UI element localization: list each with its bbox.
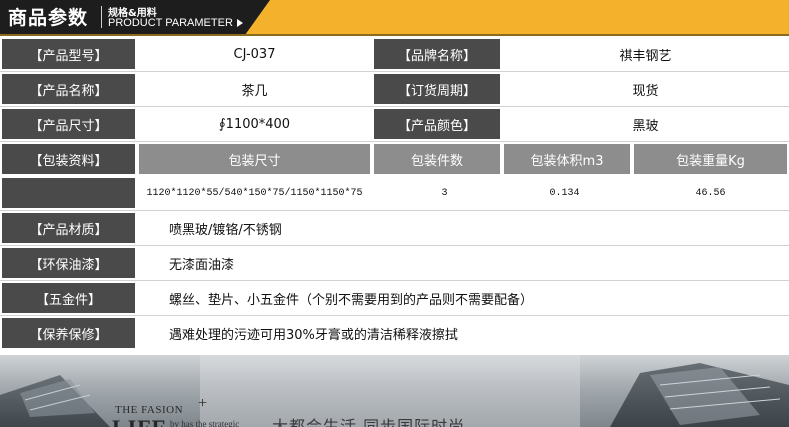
footer-life-text: LIFE: [112, 415, 167, 427]
label-packing-blank: [0, 176, 137, 210]
value-brand: 祺丰钢艺: [619, 48, 672, 64]
section-header: 商品参数 规格&用料 PRODUCT PARAMETER: [0, 0, 789, 34]
row-paint: 【环保油漆】 无漆面油漆: [0, 246, 789, 280]
value-hardware: 螺丝、垫片、小五金件（个别不需要用到的产品则不需要配备）: [169, 292, 534, 308]
footer-banner-image: + THE FASION LIFE by has the strategic 大…: [0, 355, 789, 427]
packing-value-weight: 46.56: [695, 187, 726, 199]
section-subtitle-en-text: PRODUCT PARAMETER: [108, 17, 233, 29]
label-lead-time: 【订货周期】: [372, 72, 502, 106]
label-material: 【产品材质】: [0, 211, 137, 245]
packing-header-weight: 包装重量Kg: [632, 142, 789, 176]
row-size-color: 【产品尺寸】 ∮1100*400 【产品颜色】 黑玻: [0, 107, 789, 141]
row-model-brand: 【产品型号】 CJ-037 【品牌名称】 祺丰钢艺: [0, 37, 789, 71]
label-name: 【产品名称】: [0, 72, 137, 106]
label-paint: 【环保油漆】: [0, 246, 137, 280]
label-size: 【产品尺寸】: [0, 107, 137, 141]
header-divider: [101, 6, 102, 28]
value-lead-time: 现货: [632, 83, 659, 99]
footer-plus-sign: +: [198, 395, 208, 412]
footer-slogan-cn: 大都会生活 同步国际时尚: [272, 417, 466, 427]
label-model: 【产品型号】: [0, 37, 137, 71]
packing-header-volume: 包装体积m3: [502, 142, 632, 176]
packing-header-size: 包装尺寸: [137, 142, 372, 176]
value-paint: 无漆面油漆: [169, 257, 235, 273]
value-name: 茶几: [241, 83, 268, 99]
row-hardware: 【五金件】 螺丝、垫片、小五金件（个别不需要用到的产品则不需要配备）: [0, 281, 789, 315]
packing-value-volume: 0.134: [549, 187, 580, 199]
row-material: 【产品材质】 喷黑玻/镀铬/不锈钢: [0, 211, 789, 245]
section-subtitle-en: PRODUCT PARAMETER: [108, 17, 243, 29]
row-packing-values: 1120*1120*55/540*150*75/1150*1150*75 3 0…: [0, 176, 789, 210]
row-packing-headers: 【包装资料】 包装尺寸 包装件数 包装体积m3 包装重量Kg: [0, 142, 789, 176]
label-packing: 【包装资料】: [0, 142, 137, 176]
packing-value-size: 1120*1120*55/540*150*75/1150*1150*75: [146, 187, 363, 199]
value-color: 黑玻: [632, 118, 659, 134]
value-size: ∮1100*400: [218, 116, 291, 132]
row-name-leadtime: 【产品名称】 茶几 【订货周期】 现货: [0, 72, 789, 106]
packing-header-count: 包装件数: [372, 142, 502, 176]
label-maintenance: 【保养保修】: [0, 316, 137, 350]
value-material: 喷黑玻/镀铬/不锈钢: [169, 222, 282, 238]
label-brand: 【品牌名称】: [372, 37, 502, 71]
value-maintenance: 遇难处理的污迹可用30%牙膏或的清洁稀释液擦拭: [169, 327, 458, 343]
label-hardware: 【五金件】: [0, 281, 137, 315]
row-maintenance: 【保养保修】 遇难处理的污迹可用30%牙膏或的清洁稀释液擦拭: [0, 316, 789, 350]
packing-value-count: 3: [441, 187, 448, 199]
section-title: 商品参数: [8, 7, 89, 29]
header-underline: [0, 34, 789, 36]
arrow-right-icon: [236, 19, 243, 28]
label-color: 【产品颜色】: [372, 107, 502, 141]
footer-small-text: by has the strategic: [170, 419, 240, 427]
value-model: CJ-037: [233, 46, 276, 62]
